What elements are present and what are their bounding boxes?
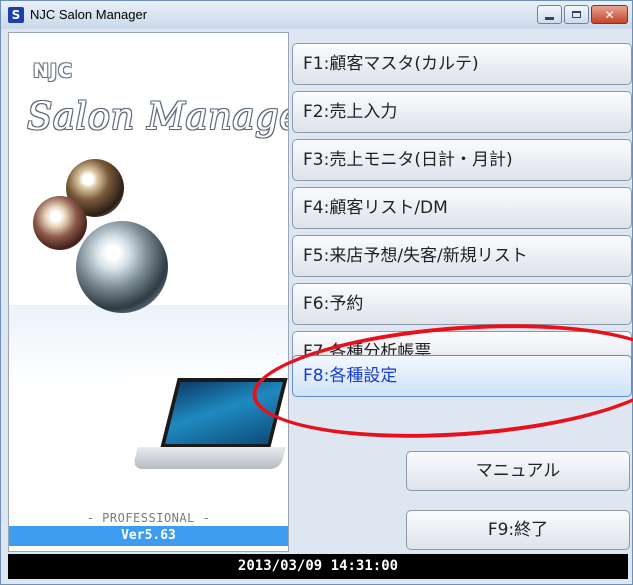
exit-button[interactable]: F9:終了 (406, 510, 630, 550)
version-label: Ver5.63 (9, 526, 288, 546)
edition-label: - PROFESSIONAL - (86, 511, 211, 525)
minimize-button[interactable] (537, 5, 562, 24)
logo-salon-manager: Salon Manager (27, 95, 288, 138)
salon-interior-sphere-image (76, 221, 168, 313)
minimize-icon (545, 16, 554, 20)
laptop-screen-image (160, 378, 288, 448)
decorative-band (9, 305, 288, 385)
menu-f1-customer-master-button[interactable]: F1:顧客マスタ(カルテ) (292, 43, 632, 85)
menu-f2-sales-entry-button[interactable]: F2:売上入力 (292, 91, 632, 133)
logo-njc: NJC (33, 60, 73, 82)
manual-button[interactable]: マニュアル (406, 451, 630, 491)
window-title: NJC Salon Manager (30, 7, 148, 22)
app-window: S NJC Salon Manager ✕ NJC Salon Manager … (0, 0, 633, 585)
maximize-button[interactable] (564, 5, 589, 24)
nail-polish-sphere-image (33, 196, 87, 250)
menu-f6-reservation-button[interactable]: F6:予約 (292, 283, 632, 325)
branding-panel: NJC Salon Manager - PROFESSIONAL - Ver5.… (8, 32, 289, 552)
app-icon: S (8, 7, 24, 23)
close-button[interactable]: ✕ (591, 5, 628, 24)
maximize-icon (572, 11, 581, 18)
laptop-base-image (132, 447, 286, 469)
title-bar[interactable]: S NJC Salon Manager ✕ (1, 1, 632, 29)
menu-f5-visit-forecast-button[interactable]: F5:来店予想/失客/新規リスト (292, 235, 632, 277)
menu-f3-sales-monitor-button[interactable]: F3:売上モニタ(日計・月計) (292, 139, 632, 181)
menu-f8-settings-button[interactable]: F8:各種設定 (292, 355, 632, 397)
menu-f4-customer-list-button[interactable]: F4:顧客リスト/DM (292, 187, 632, 229)
status-datetime: 2013/03/09 14:31:00 (8, 554, 628, 579)
close-icon: ✕ (604, 7, 615, 22)
